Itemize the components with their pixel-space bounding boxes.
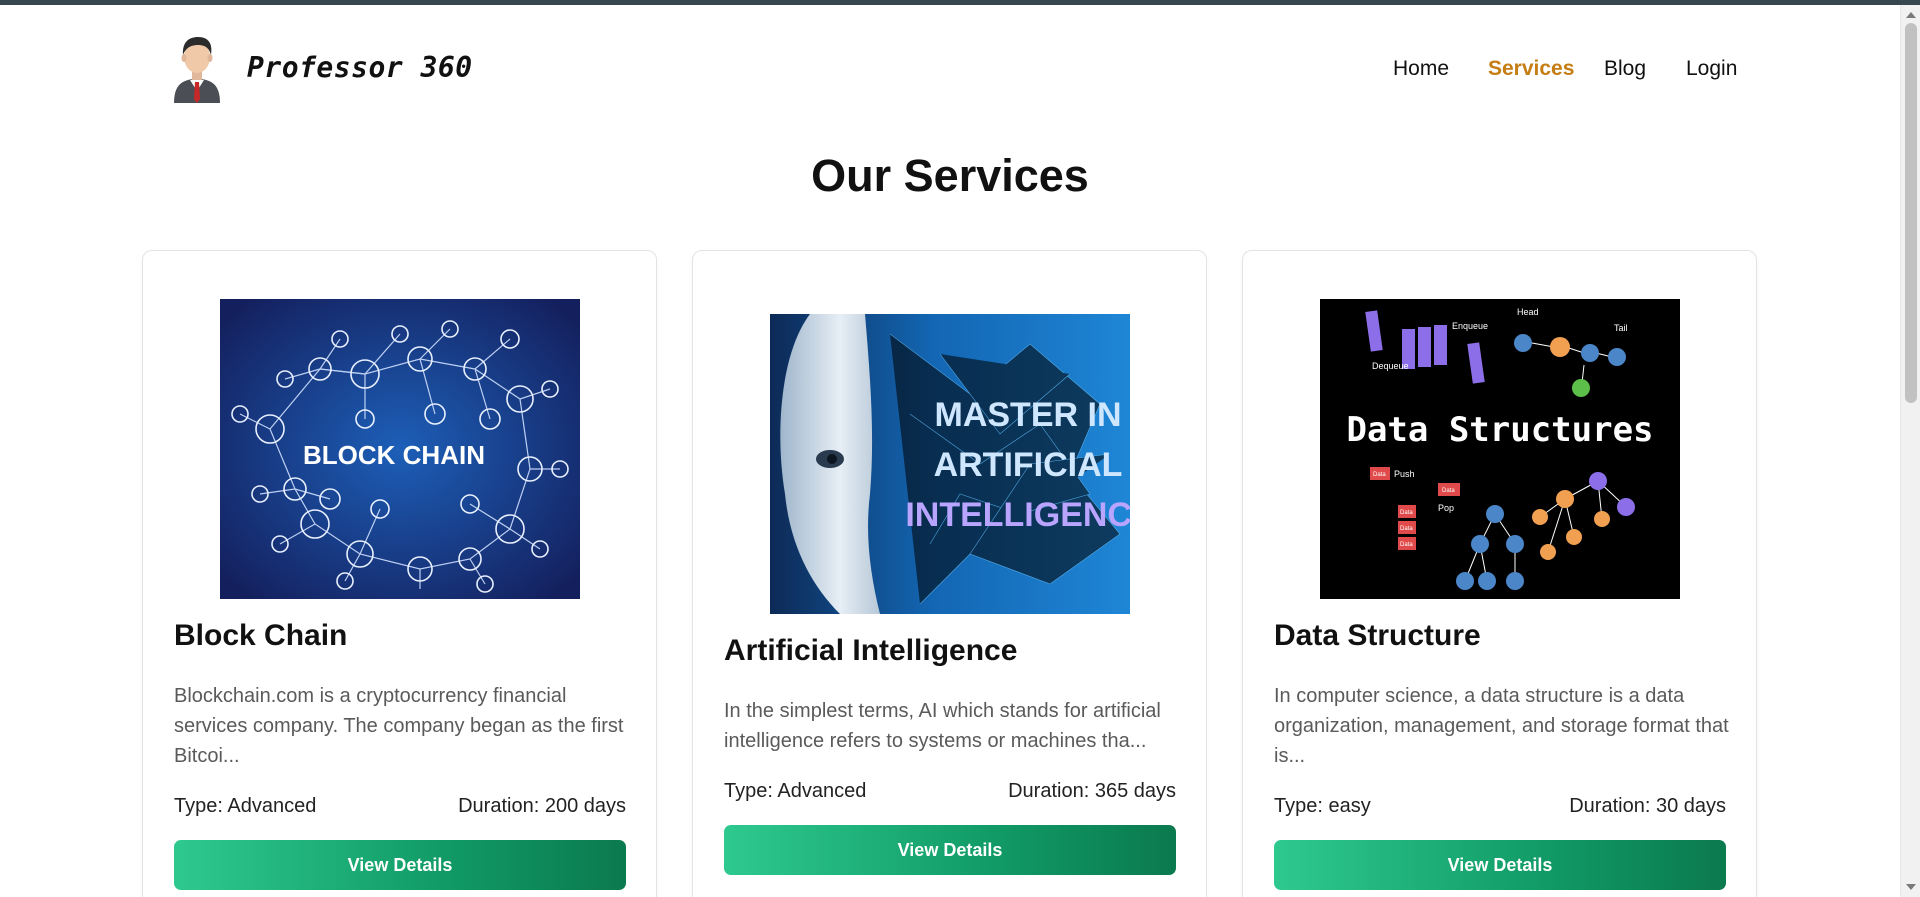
ds-stack-data-2: Data (1442, 488, 1455, 494)
ds-label-pop: Pop (1438, 503, 1454, 513)
card-type: Type: easy (1274, 795, 1371, 817)
card-duration: Duration: 30 days (1569, 795, 1726, 817)
ds-stack-data-5: Data (1400, 542, 1413, 548)
scroll-thumb[interactable] (1905, 23, 1917, 403)
ds-image-title: Data Structures (1346, 410, 1653, 450)
card-type: Type: Advanced (724, 780, 867, 802)
ds-stack-data-3: Data (1400, 510, 1413, 516)
ds-label-dequeue: Dequeue (1372, 361, 1409, 371)
nav-home[interactable]: Home (1393, 57, 1449, 81)
brand-name[interactable]: Professor 360 (247, 51, 473, 84)
view-details-button[interactable]: View Details (724, 825, 1176, 875)
card-type: Type: Advanced (174, 795, 317, 817)
ai-image-text-line3: INTELLIGENCE (905, 496, 1130, 534)
nav-login[interactable]: Login (1686, 57, 1737, 81)
page-title: Our Services (811, 150, 1089, 201)
card-meta: Type: Advanced Duration: 365 days (724, 780, 1176, 803)
scroll-up-arrow-icon[interactable] (1906, 12, 1916, 18)
card-description: In the simplest terms, AI which stands f… (724, 700, 1161, 752)
ds-stack-data-1: Data (1373, 472, 1386, 478)
ai-image-text-line1: MASTER IN (935, 396, 1122, 434)
block-chain-image: BLOCK CHAIN (220, 299, 580, 599)
card-description: Blockchain.com is a cryptocurrency finan… (174, 685, 624, 767)
ds-label-head: Head (1517, 307, 1539, 317)
card-meta: Type: Advanced Duration: 200 days (174, 795, 626, 818)
card-meta: Type: easy Duration: 30 days (1274, 795, 1726, 818)
ds-label-enqueue: Enqueue (1452, 321, 1488, 331)
card-title: Data Structure (1274, 619, 1481, 652)
vertical-scrollbar[interactable] (1900, 5, 1920, 897)
professor-avatar-logo[interactable] (168, 33, 226, 103)
nav-blog[interactable]: Blog (1604, 57, 1646, 81)
card-description: In computer science, a data structure is… (1274, 685, 1729, 767)
card-title: Block Chain (174, 619, 348, 652)
service-card-block-chain: BLOCK CHAIN Block Chain Blockchain.com i… (142, 250, 657, 897)
card-title: Artificial Intelligence (724, 634, 1018, 667)
ai-image-text-line2: ARTIFICIAL (934, 446, 1123, 484)
card-duration: Duration: 200 days (458, 795, 626, 817)
nav-services[interactable]: Services (1488, 57, 1574, 81)
site-header: Professor 360 Home Services Blog Login (0, 5, 1900, 135)
scroll-down-arrow-icon[interactable] (1906, 884, 1916, 890)
ds-label-tail: Tail (1614, 323, 1628, 333)
service-card-artificial-intelligence: MASTER IN ARTIFICIAL INTELLIGENCE Artifi… (692, 250, 1207, 897)
artificial-intelligence-image: MASTER IN ARTIFICIAL INTELLIGENCE (770, 314, 1130, 614)
view-details-button[interactable]: View Details (1274, 840, 1726, 890)
service-card-data-structure: Dequeue Enqueue Head Tail Push Pop Data … (1242, 250, 1757, 897)
ds-stack-data-4: Data (1400, 526, 1413, 532)
view-details-button[interactable]: View Details (174, 840, 626, 890)
card-duration: Duration: 365 days (1008, 780, 1176, 802)
data-structure-image: Dequeue Enqueue Head Tail Push Pop Data … (1320, 299, 1680, 599)
ds-label-push: Push (1394, 469, 1415, 479)
block-chain-image-text: BLOCK CHAIN (303, 440, 485, 470)
